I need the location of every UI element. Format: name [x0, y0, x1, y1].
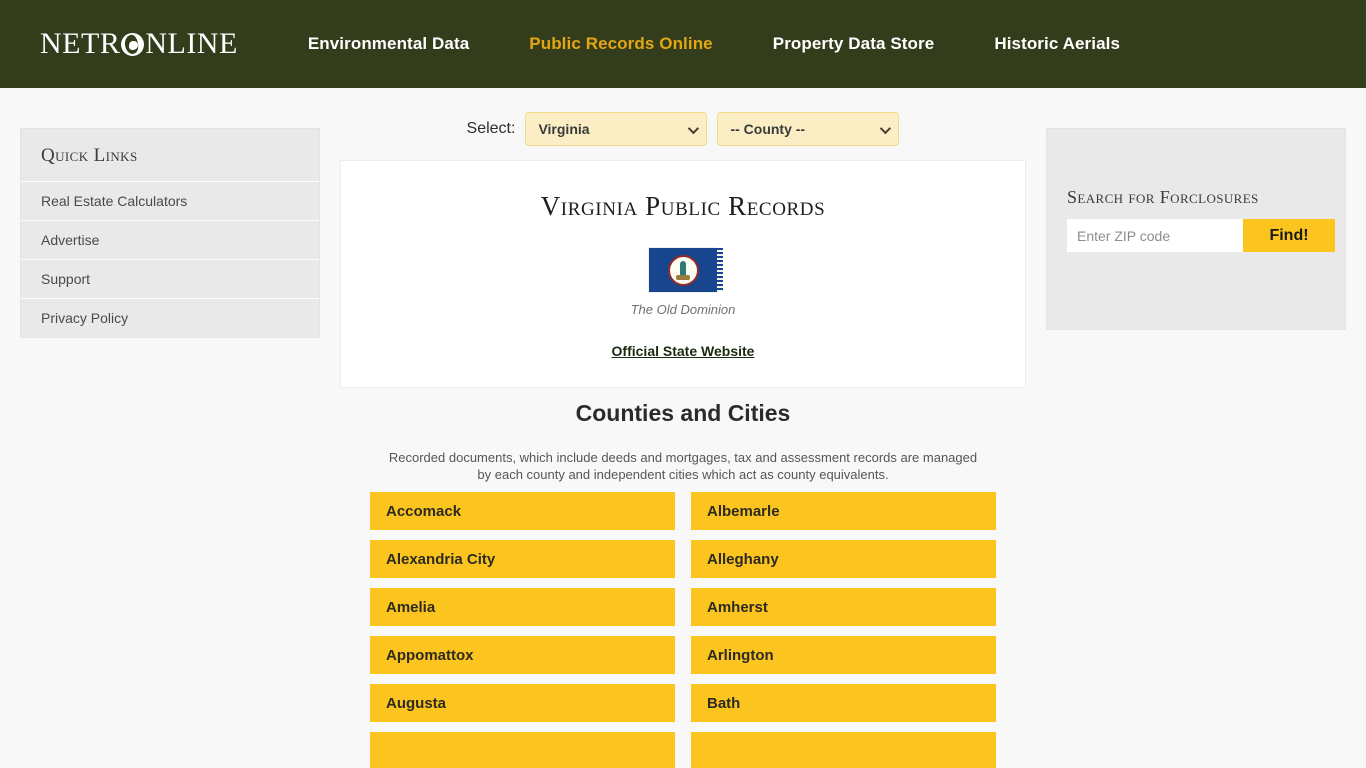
sidebar-item-real-estate-calculators[interactable]: Real Estate Calculators — [21, 181, 319, 220]
counties-description: Recorded documents, which include deeds … — [388, 450, 978, 482]
nav-link-environmental-data[interactable]: Environmental Data — [308, 34, 469, 54]
state-nickname: The Old Dominion — [630, 302, 736, 317]
state-county-select-bar: Select: Virginia -- County -- — [340, 112, 1026, 146]
zip-code-input[interactable] — [1067, 219, 1243, 252]
county-button-next-left[interactable] — [370, 732, 675, 768]
county-button-arlington[interactable]: Arlington — [691, 636, 996, 674]
nav-link-historic-aerials[interactable]: Historic Aerials — [994, 34, 1120, 54]
county-button-amherst[interactable]: Amherst — [691, 588, 996, 626]
virginia-state-flag-icon — [649, 248, 723, 292]
state-info-card: Virginia Public Records The Old Dominion… — [340, 160, 1026, 388]
quick-links-panel: Quick Links Real Estate Calculators Adve… — [20, 128, 320, 338]
flag-fringe — [717, 248, 723, 292]
county-button-grid: Accomack Albemarle Alexandria City Alleg… — [370, 492, 996, 768]
official-state-website-link[interactable]: Official State Website — [612, 343, 755, 359]
county-button-augusta[interactable]: Augusta — [370, 684, 675, 722]
brand-text-after: NLINE — [145, 27, 238, 60]
select-label: Select: — [466, 120, 516, 137]
foreclosure-search-panel: Search for Forclosures Find! — [1046, 128, 1346, 330]
site-header: NETR NLINE Environmental Data Public Reco… — [0, 0, 1366, 88]
state-select[interactable]: Virginia — [525, 112, 708, 146]
county-button-appomattox[interactable]: Appomattox — [370, 636, 675, 674]
sidebar-item-privacy-policy[interactable]: Privacy Policy — [21, 298, 319, 337]
counties-section-header: Counties and Cities Recorded documents, … — [340, 400, 1026, 483]
county-select-wrapper: -- County -- — [717, 112, 900, 146]
nav-link-public-records-online[interactable]: Public Records Online — [529, 34, 712, 54]
brand-text-before: NETR — [40, 27, 121, 60]
globe-icon — [121, 32, 145, 56]
county-button-amelia[interactable]: Amelia — [370, 588, 675, 626]
foreclosure-search-title: Search for Forclosures — [1067, 187, 1259, 207]
county-button-albemarle[interactable]: Albemarle — [691, 492, 996, 530]
county-button-alleghany[interactable]: Alleghany — [691, 540, 996, 578]
flag-wrapper — [341, 248, 1025, 292]
zip-search-row: Find! — [1067, 219, 1345, 252]
county-select[interactable]: -- County -- — [717, 112, 900, 146]
nav-link-property-data-store[interactable]: Property Data Store — [773, 34, 935, 54]
county-button-bath[interactable]: Bath — [691, 684, 996, 722]
quick-links-title: Quick Links — [41, 145, 138, 166]
page-title: Virginia Public Records — [540, 191, 826, 221]
county-button-accomack[interactable]: Accomack — [370, 492, 675, 530]
brand-text: NETR NLINE — [40, 27, 238, 61]
sidebar-item-advertise[interactable]: Advertise — [21, 220, 319, 259]
state-select-wrapper: Virginia — [525, 112, 708, 146]
main-navigation: Environmental Data Public Records Online… — [308, 34, 1120, 54]
page-body: Quick Links Real Estate Calculators Adve… — [0, 88, 1366, 768]
counties-title: Counties and Cities — [575, 400, 791, 426]
find-button[interactable]: Find! — [1243, 219, 1335, 252]
virginia-seal-icon — [667, 254, 699, 286]
netronline-logo[interactable]: NETR NLINE — [40, 27, 238, 61]
sidebar-item-support[interactable]: Support — [21, 259, 319, 298]
county-button-next-right[interactable] — [691, 732, 996, 768]
county-button-alexandria-city[interactable]: Alexandria City — [370, 540, 675, 578]
